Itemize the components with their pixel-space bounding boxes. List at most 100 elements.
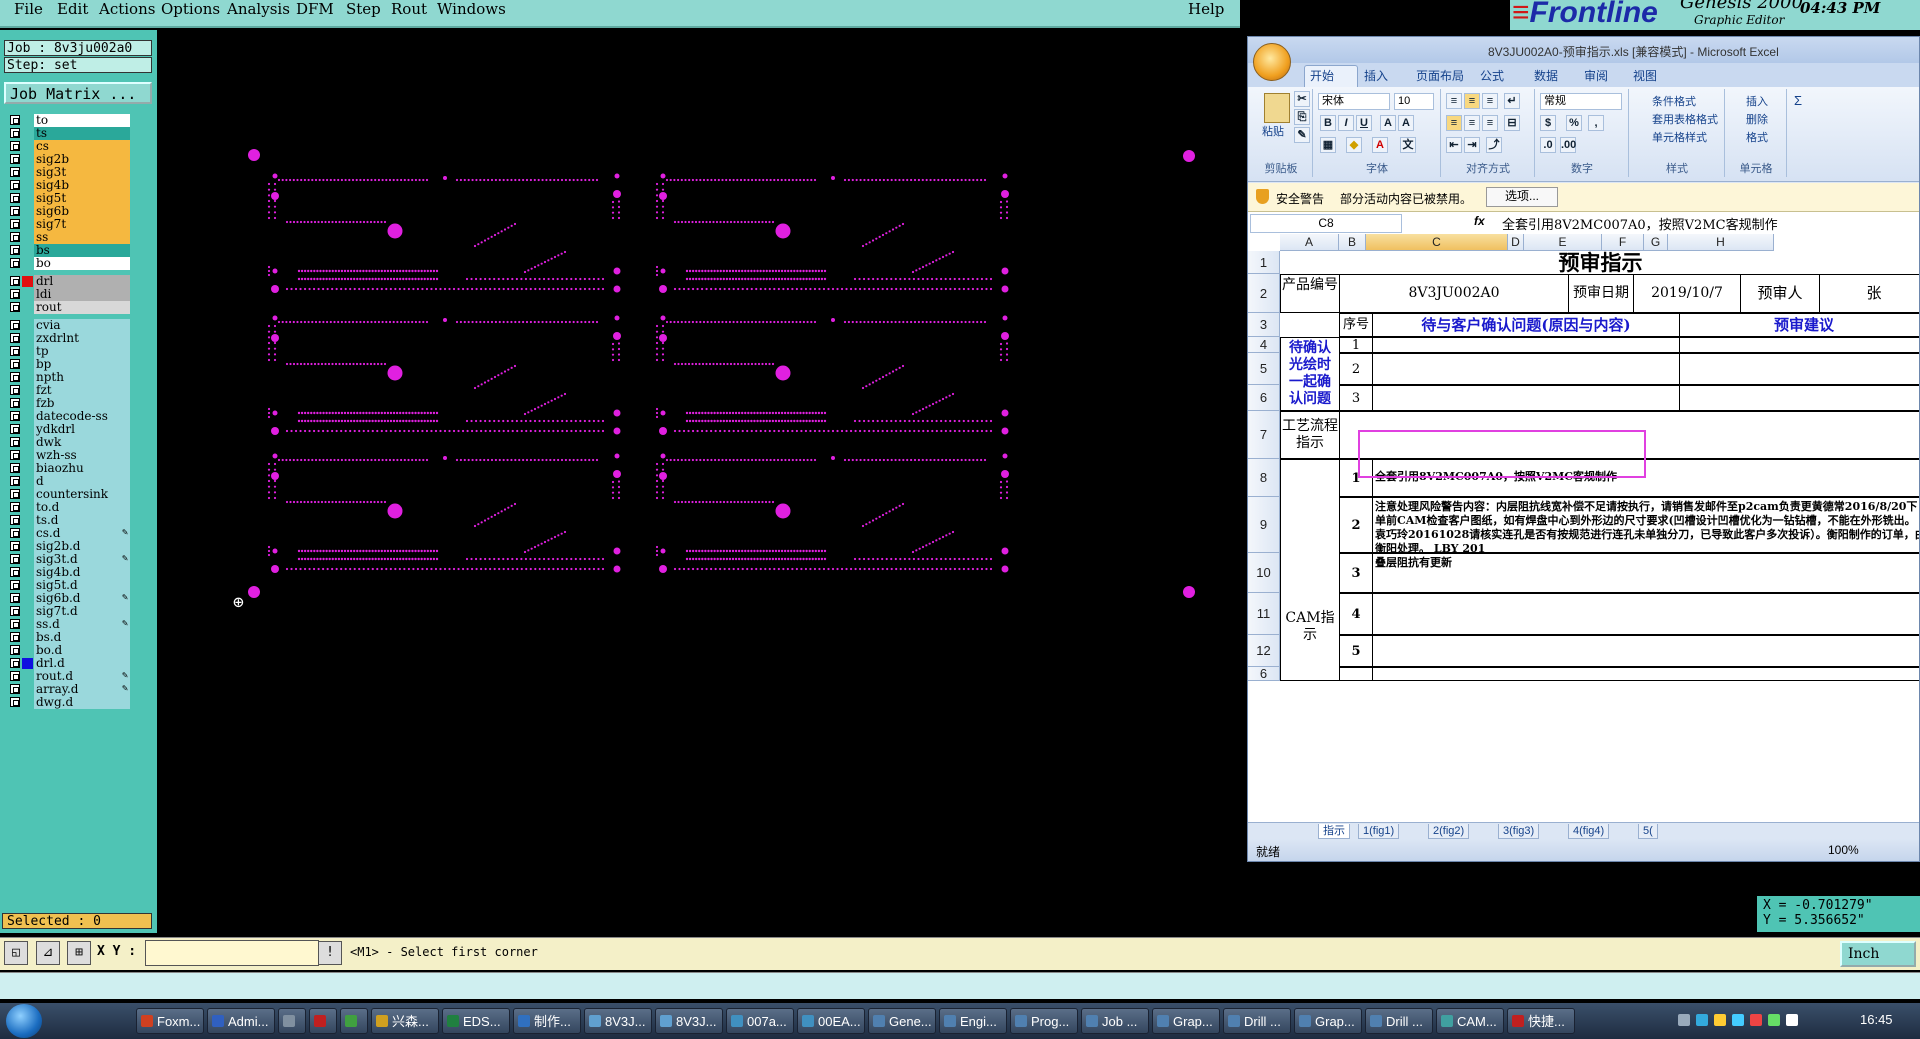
currency-icon[interactable]: $ bbox=[1540, 115, 1556, 131]
layer-checkbox[interactable] bbox=[10, 567, 20, 577]
layer-name[interactable]: dwk bbox=[34, 436, 130, 449]
layer-checkbox[interactable] bbox=[10, 346, 20, 356]
layer-checkbox[interactable] bbox=[10, 515, 20, 525]
taskbar-button[interactable]: Admi... bbox=[207, 1008, 275, 1034]
taskbar-button[interactable]: 8V3J... bbox=[655, 1008, 723, 1034]
tray-icon[interactable] bbox=[1768, 1014, 1780, 1026]
sheet-title[interactable]: 预审指示 bbox=[1280, 251, 1919, 274]
taskbar-button[interactable]: Job ... bbox=[1081, 1008, 1149, 1034]
layer-checkbox[interactable] bbox=[10, 437, 20, 447]
layer-name[interactable]: fzt bbox=[34, 384, 130, 397]
layer-name[interactable]: zxdrlnt bbox=[34, 332, 130, 345]
layer-checkbox[interactable] bbox=[10, 167, 20, 177]
layer-name[interactable]: sig5t bbox=[34, 192, 130, 205]
layer-checkbox[interactable] bbox=[10, 193, 20, 203]
xy-input[interactable] bbox=[145, 940, 319, 966]
fill-color-icon[interactable]: ◆ bbox=[1346, 137, 1362, 153]
row-header[interactable]: 2 bbox=[1248, 274, 1280, 313]
layer-checkbox[interactable] bbox=[10, 424, 20, 434]
ribbon-tab[interactable]: 视图 bbox=[1633, 67, 1657, 84]
layer-name[interactable]: fzb bbox=[34, 397, 130, 410]
suggest-cell[interactable] bbox=[1679, 337, 1919, 353]
layer-row[interactable]: dwg.d bbox=[8, 696, 130, 709]
layer-name[interactable]: tp bbox=[34, 345, 130, 358]
job-matrix-button[interactable]: Job Matrix ... bbox=[4, 82, 152, 104]
layer-checkbox[interactable] bbox=[10, 333, 20, 343]
layer-checkbox[interactable] bbox=[10, 302, 20, 312]
taskbar-button[interactable]: 制作... bbox=[513, 1008, 581, 1034]
layer-name[interactable]: dwg.d bbox=[34, 696, 130, 709]
ribbon-tab[interactable]: 公式 bbox=[1480, 67, 1504, 84]
layer-checkbox[interactable] bbox=[10, 580, 20, 590]
layer-name[interactable]: sig2b bbox=[34, 153, 130, 166]
layer-checkbox[interactable] bbox=[10, 245, 20, 255]
layer-checkbox[interactable] bbox=[10, 180, 20, 190]
layer-row[interactable]: zxdrlnt bbox=[8, 332, 130, 345]
layer-row[interactable]: tp bbox=[8, 345, 130, 358]
menu-windows[interactable]: Windows bbox=[437, 0, 506, 18]
row-header[interactable]: 11 bbox=[1248, 593, 1280, 635]
layer-row[interactable]: sig5t bbox=[8, 192, 130, 205]
decrease-indent-icon[interactable]: ⇤ bbox=[1446, 137, 1462, 153]
layer-name[interactable]: ss bbox=[34, 231, 130, 244]
menu-actions[interactable]: Actions bbox=[99, 0, 155, 18]
date-value[interactable]: 2019/10/7 bbox=[1633, 274, 1741, 313]
layer-row[interactable]: ydkdrl bbox=[8, 423, 130, 436]
sheet-tab[interactable]: 2(fig2) bbox=[1428, 824, 1470, 839]
comma-icon[interactable]: , bbox=[1588, 115, 1604, 131]
layer-name[interactable]: sig4b bbox=[34, 179, 130, 192]
row-header[interactable]: 6 bbox=[1248, 385, 1280, 411]
wrap-text-icon[interactable]: ↵ bbox=[1504, 93, 1520, 109]
layer-row[interactable]: datecode-ss bbox=[8, 410, 130, 423]
name-box[interactable]: C8 bbox=[1250, 214, 1402, 233]
cut-icon[interactable]: ✂ bbox=[1294, 91, 1310, 107]
copy-icon[interactable]: ⎘ bbox=[1294, 109, 1310, 125]
seq-cell[interactable]: 4 bbox=[1339, 593, 1373, 635]
font-color-icon[interactable]: A bbox=[1372, 137, 1388, 153]
menu-analysis[interactable]: Analysis bbox=[227, 0, 290, 18]
seq-cell[interactable] bbox=[1339, 667, 1373, 681]
layer-checkbox[interactable] bbox=[10, 554, 20, 564]
cam-instruction-cell[interactable] bbox=[1372, 667, 1919, 681]
bold-icon[interactable]: B bbox=[1320, 115, 1336, 131]
taskbar-button[interactable]: CAM... bbox=[1436, 1008, 1504, 1034]
layer-row[interactable]: ts.d bbox=[8, 514, 130, 527]
layer-name[interactable]: datecode-ss bbox=[34, 410, 130, 423]
column-header[interactable]: D bbox=[1508, 234, 1524, 251]
taskbar-button[interactable]: 8V3J... bbox=[584, 1008, 652, 1034]
row-header[interactable]: 5 bbox=[1248, 353, 1280, 385]
pending-label[interactable]: 待确认光绘时一起确认问题 bbox=[1280, 337, 1340, 411]
menu-edit[interactable]: Edit bbox=[57, 0, 88, 18]
layer-name[interactable]: drl.d bbox=[34, 657, 130, 670]
layer-checkbox[interactable] bbox=[10, 593, 20, 603]
layer-name[interactable]: ss.d bbox=[34, 618, 130, 631]
layer-name[interactable]: sig3t bbox=[34, 166, 130, 179]
taskbar-button[interactable]: EDS... bbox=[442, 1008, 510, 1034]
layer-name[interactable]: rout bbox=[34, 301, 130, 314]
seq-cell[interactable]: 5 bbox=[1339, 635, 1373, 667]
layer-name[interactable]: sig7t.d bbox=[34, 605, 130, 618]
layer-checkbox[interactable] bbox=[10, 359, 20, 369]
cam-instruction-cell[interactable] bbox=[1372, 593, 1919, 635]
column-header[interactable]: B bbox=[1339, 234, 1366, 251]
seq-cell[interactable]: 3 bbox=[1339, 553, 1373, 593]
delete-cells-button[interactable]: 删除 bbox=[1746, 111, 1768, 127]
taskbar-button[interactable]: 007a... bbox=[726, 1008, 794, 1034]
layer-checkbox[interactable] bbox=[10, 385, 20, 395]
layer-name[interactable]: biaozhu bbox=[34, 462, 130, 475]
layer-name[interactable]: sig5t.d bbox=[34, 579, 130, 592]
layer-name[interactable]: bo.d bbox=[34, 644, 130, 657]
layer-name[interactable]: countersink bbox=[34, 488, 130, 501]
layer-checkbox[interactable] bbox=[10, 115, 20, 125]
question-header[interactable]: 待与客户确认问题(原因与内容) bbox=[1372, 313, 1680, 337]
paste-label[interactable]: 粘贴 bbox=[1262, 123, 1284, 139]
layer-name[interactable]: sig6b bbox=[34, 205, 130, 218]
menu-step[interactable]: Step bbox=[346, 0, 381, 18]
underline-icon[interactable]: U bbox=[1356, 115, 1372, 131]
layer-row[interactable]: dwk bbox=[8, 436, 130, 449]
layer-checkbox[interactable] bbox=[10, 154, 20, 164]
format-table-button[interactable]: 套用表格格式 bbox=[1652, 111, 1718, 127]
insert-cells-button[interactable]: 插入 bbox=[1746, 93, 1768, 109]
ribbon-tab[interactable]: 页面布局 bbox=[1416, 67, 1464, 84]
taskbar-button[interactable]: Engi... bbox=[939, 1008, 1007, 1034]
